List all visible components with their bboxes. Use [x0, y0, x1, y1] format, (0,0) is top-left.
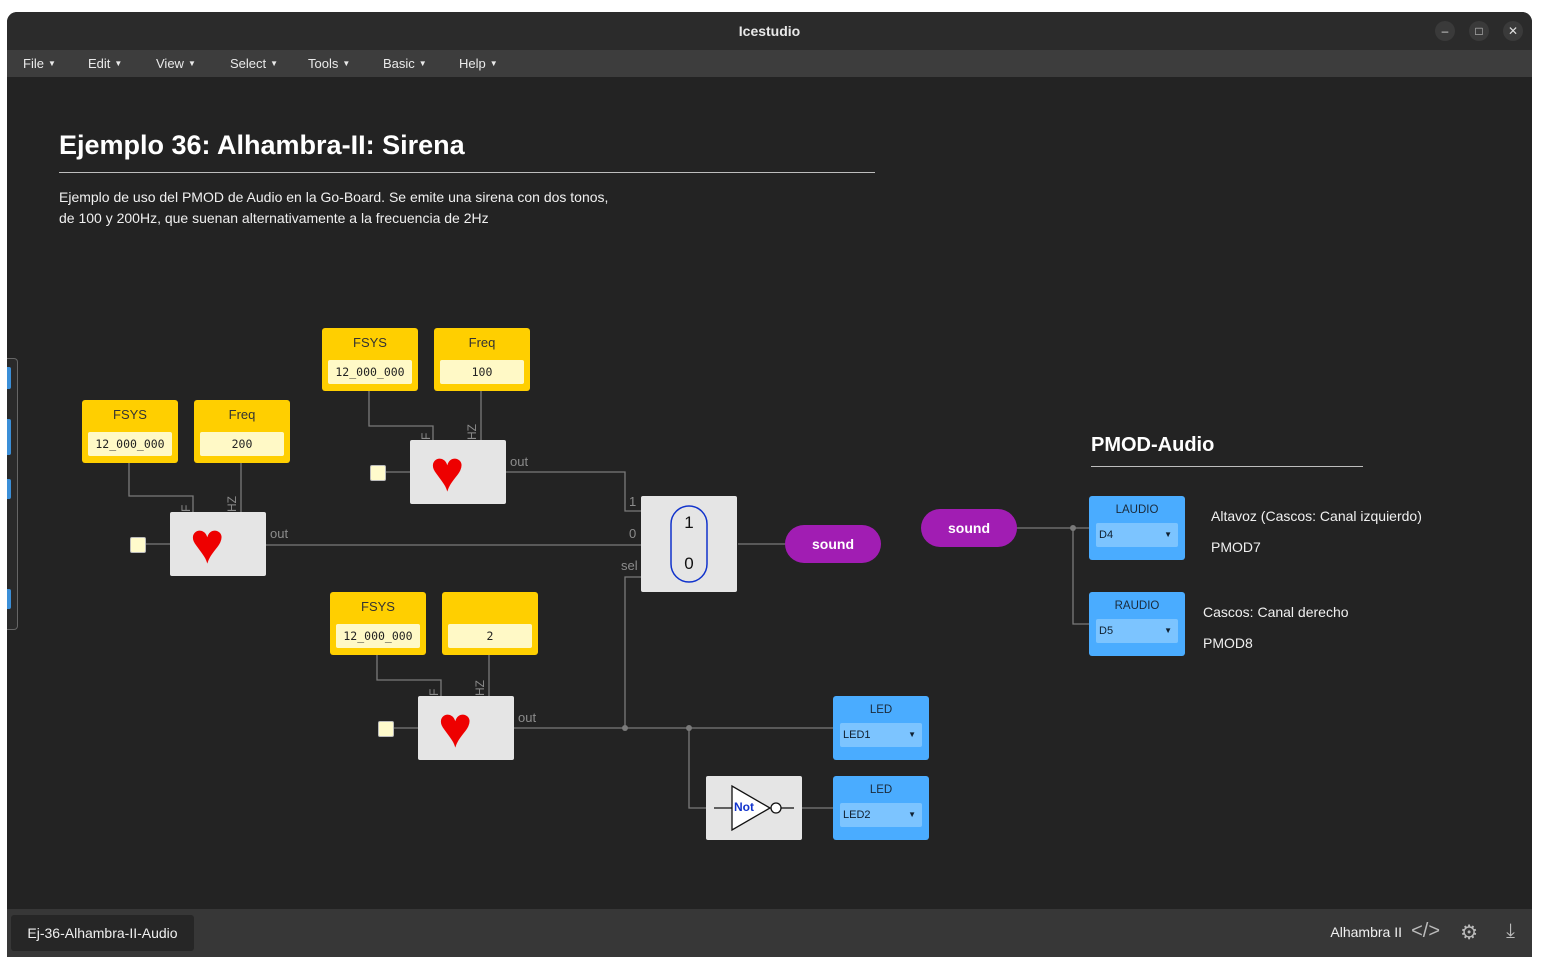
port-0-label: 0 [629, 526, 637, 541]
note-pmod7: PMOD7 [1211, 539, 1261, 555]
input-label-sound[interactable]: sound [921, 509, 1017, 547]
note-left-channel: Altavoz (Cascos: Canal izquierdo) [1211, 508, 1422, 524]
chevron-down-icon: ▼ [908, 730, 916, 739]
constant-fsys-2[interactable]: FSYS 12_000_000 [82, 400, 178, 463]
constant-freq-2[interactable]: 2 [442, 592, 538, 655]
port-1-label: 1 [629, 494, 637, 509]
file-tab[interactable]: Ej-36-Alhambra-II-Audio [11, 915, 194, 951]
mux-block[interactable]: 1 0 [641, 496, 737, 592]
pmod-divider [1091, 466, 1363, 467]
pmod-title: PMOD-Audio [1091, 434, 1215, 456]
constant-freq-200[interactable]: Freq 200 [194, 400, 290, 463]
note-pmod8: PMOD8 [1203, 635, 1253, 651]
constant-value[interactable]: 200 [200, 432, 284, 456]
chevron-down-icon: ▼ [1164, 626, 1172, 635]
constant-fsys-3[interactable]: FSYS 12_000_000 [330, 592, 426, 655]
port-out-label: out [510, 454, 529, 469]
mux-shape-icon [670, 505, 708, 583]
heart-block-200hz[interactable]: ♥ [170, 512, 266, 576]
constant-value[interactable]: 12_000_000 [336, 624, 420, 648]
code-icon[interactable]: </> [1411, 920, 1440, 943]
not-gate-icon [714, 784, 794, 832]
description-note: Ejemplo de uso del PMOD de Audio en la G… [59, 189, 609, 226]
constant-fsys-1[interactable]: FSYS 12_000_000 [322, 328, 418, 391]
chevron-down-icon: ▼ [908, 810, 916, 819]
pin-led2[interactable]: LED LED2 ▼ [833, 776, 929, 840]
note-right-channel: Cascos: Canal derecho [1203, 604, 1349, 620]
heart-block-100hz[interactable]: ♥ [410, 440, 506, 504]
constant-freq-100[interactable]: Freq 100 [434, 328, 530, 391]
pin-select[interactable]: D5 ▼ [1096, 619, 1178, 643]
constant-value[interactable]: 2 [448, 624, 532, 648]
heart-icon: ♥ [190, 511, 225, 576]
status-bar: Ej-36-Alhambra-II-Audio Alhambra II </> … [7, 909, 1532, 957]
enable-input-box[interactable] [130, 537, 146, 553]
port-hz-label: HZ [225, 496, 239, 512]
constant-value[interactable]: 12_000_000 [328, 360, 412, 384]
pin-raudio[interactable]: RAUDIO D5 ▼ [1089, 592, 1185, 656]
pin-select[interactable]: LED1 ▼ [840, 723, 922, 747]
app-window: Icestudio – □ ✕ File ▼ Edit ▼ View ▼ Select… [7, 12, 1532, 957]
mux-in0-label: 0 [684, 554, 694, 573]
not-gate-label: Not [734, 800, 754, 814]
chevron-down-icon: ▼ [1164, 530, 1172, 539]
build-gear-icon[interactable]: ⚙ [1460, 920, 1478, 945]
not-gate-block[interactable]: Not [706, 776, 802, 840]
constant-value[interactable]: 100 [440, 360, 524, 384]
pin-select[interactable]: LED2 ▼ [840, 803, 922, 827]
pin-select[interactable]: D4 ▼ [1096, 523, 1178, 547]
port-hz-label: HZ [465, 424, 479, 440]
heart-icon: ♥ [438, 695, 473, 760]
port-out-label: out [270, 526, 289, 541]
port-hz-label: HZ [473, 680, 487, 696]
upload-icon[interactable]: ⤓ [1506, 920, 1515, 943]
port-sel-label: sel [621, 558, 638, 573]
heart-icon: ♥ [430, 439, 465, 504]
port-out-label: out [518, 710, 537, 725]
pin-led1[interactable]: LED LED1 ▼ [833, 696, 929, 760]
board-name[interactable]: Alhambra II [1330, 924, 1402, 940]
enable-input-box[interactable] [378, 721, 394, 737]
title-divider [59, 172, 875, 173]
mux-in1-label: 1 [684, 513, 694, 532]
heart-block-2hz[interactable]: ♥ [418, 696, 514, 760]
page-title: Ejemplo 36: Alhambra-II: Sirena [59, 130, 465, 160]
output-label-sound[interactable]: sound [785, 525, 881, 563]
constant-value[interactable]: 12_000_000 [88, 432, 172, 456]
pin-laudio[interactable]: LAUDIO D4 ▼ [1089, 496, 1185, 560]
enable-input-box[interactable] [370, 465, 386, 481]
